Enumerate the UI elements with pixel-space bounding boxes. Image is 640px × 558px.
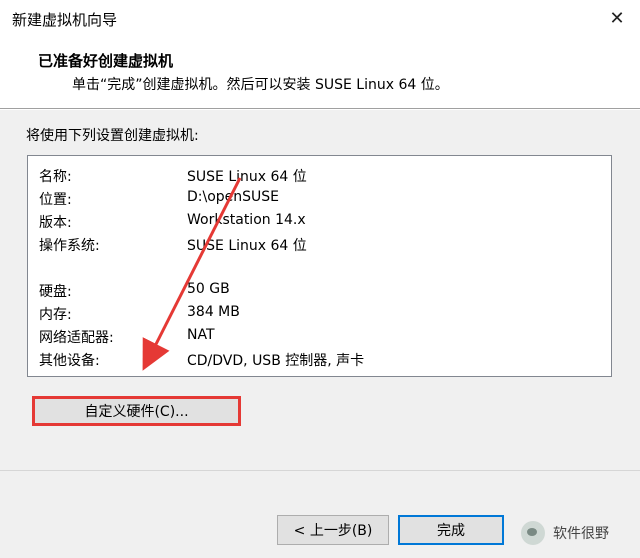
watermark-text: 软件很野 — [553, 526, 609, 542]
setting-key: 硬盘: — [39, 284, 72, 300]
setting-key: 网络适配器: — [39, 330, 114, 346]
setting-key: 版本: — [39, 215, 72, 231]
wizard-body: 将使用下列设置创建虚拟机: 名称: SUSE Linux 64 位 位置: D:… — [0, 110, 640, 558]
finish-button[interactable]: 完成 — [398, 515, 504, 545]
header-subtitle: 单击“完成”创建虚拟机。然后可以安装 SUSE Linux 64 位。 — [72, 77, 449, 93]
setting-value: SUSE Linux 64 位 — [187, 238, 307, 254]
setting-key: 内存: — [39, 307, 72, 323]
close-icon: ✕ — [609, 7, 625, 29]
back-button[interactable]: < 上一步(B) — [277, 515, 389, 545]
close-button[interactable]: ✕ — [594, 0, 640, 36]
setting-value: SUSE Linux 64 位 — [187, 169, 307, 185]
setting-key: 操作系统: — [39, 238, 100, 254]
watermark: 软件很野 — [521, 513, 640, 553]
setting-value: CD/DVD, USB 控制器, 声卡 — [187, 353, 365, 369]
window-title: 新建虚拟机向导 — [12, 11, 118, 29]
wizard-header: 已准备好创建虚拟机 单击“完成”创建虚拟机。然后可以安装 SUSE Linux … — [0, 36, 640, 108]
settings-prompt: 将使用下列设置创建虚拟机: — [26, 128, 199, 144]
title-bar: 新建虚拟机向导 ✕ — [0, 0, 640, 36]
customize-hardware-button[interactable]: 自定义硬件(C)... — [32, 396, 241, 426]
setting-value: NAT — [187, 327, 215, 343]
setting-key: 位置: — [39, 192, 72, 208]
wechat-icon — [521, 521, 545, 545]
setting-value: 50 GB — [187, 281, 230, 297]
setting-key: 其他设备: — [39, 353, 100, 369]
setting-key: 名称: — [39, 169, 72, 185]
setting-value: D:\openSUSE — [187, 189, 280, 205]
header-title: 已准备好创建虚拟机 — [38, 52, 174, 70]
setting-value: 384 MB — [187, 304, 240, 320]
settings-summary-box[interactable]: 名称: SUSE Linux 64 位 位置: D:\openSUSE 版本: … — [27, 155, 612, 377]
footer-divider — [0, 470, 640, 471]
setting-value: Workstation 14.x — [187, 212, 306, 228]
